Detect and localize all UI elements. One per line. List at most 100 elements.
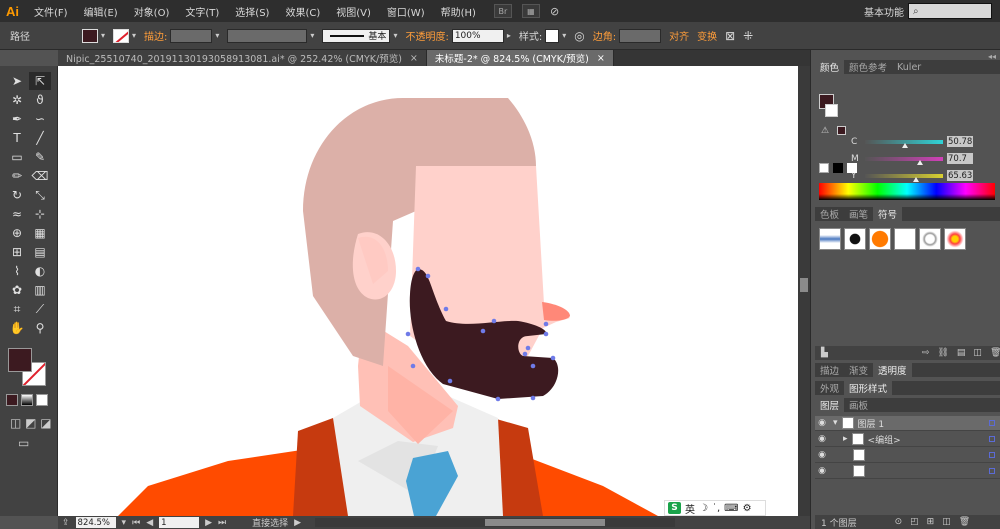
tab-kuler[interactable]: Kuler xyxy=(892,60,926,74)
stroke-swatch[interactable] xyxy=(113,28,130,43)
slider-knob[interactable] xyxy=(917,159,924,165)
expand-triangle-icon[interactable]: ▾ xyxy=(833,418,838,428)
search-input[interactable]: ⌕ xyxy=(908,3,992,19)
arrange-documents-icon[interactable]: ▦ xyxy=(521,4,540,18)
tab-symbols[interactable]: 符号 xyxy=(873,207,903,221)
close-icon[interactable]: × xyxy=(410,53,418,64)
blend-tool-icon[interactable]: ◐ xyxy=(29,262,51,280)
screen-mode-icon[interactable]: ▭ xyxy=(18,436,29,450)
align-link[interactable]: 对齐 xyxy=(669,28,689,43)
new-symbol-icon[interactable]: ◫ xyxy=(973,348,982,358)
paintbrush-tool-icon[interactable]: ✎ xyxy=(29,148,51,166)
workspace-switcher[interactable]: 基本功能 xyxy=(864,4,904,19)
new-layer-icon[interactable]: ◫ xyxy=(942,517,951,527)
corner-control[interactable]: 边角: xyxy=(593,28,662,43)
none-mode-button[interactable] xyxy=(36,394,48,406)
transform-link[interactable]: 变换 xyxy=(697,28,717,43)
chevron-down-icon[interactable]: ▾ xyxy=(122,518,127,528)
tab-graphic-styles[interactable]: 图形样式 xyxy=(844,381,893,395)
color-mode-button[interactable] xyxy=(6,394,18,406)
rectangle-tool-icon[interactable]: ▭ xyxy=(6,148,28,166)
new-sublayer-icon[interactable]: ⊞ xyxy=(927,517,935,527)
color-spectrum[interactable] xyxy=(819,183,995,200)
warp-tool-icon[interactable]: ≈ xyxy=(6,205,28,223)
menu-select[interactable]: 选择(S) xyxy=(227,4,277,19)
tab-appearance[interactable]: 外观 xyxy=(815,381,844,395)
ime-language[interactable]: 英 xyxy=(685,501,695,516)
none-swatch[interactable] xyxy=(819,163,829,173)
punctuation-icon[interactable]: ˙, xyxy=(712,503,720,514)
layer-name[interactable]: <编组> xyxy=(868,433,901,446)
cmyk-slider-c[interactable]: C 50.78 xyxy=(851,136,973,148)
menu-help[interactable]: 帮助(H) xyxy=(433,4,484,19)
gpu-performance-icon[interactable]: ⊘ xyxy=(550,5,559,18)
type-tool-icon[interactable]: T xyxy=(6,129,28,147)
brush-definition-dropdown[interactable]: 基本 xyxy=(322,28,391,43)
opacity-label[interactable]: 不透明度: xyxy=(405,28,448,43)
ime-logo[interactable]: S xyxy=(668,502,681,514)
keyboard-icon[interactable]: ⌨ xyxy=(724,503,738,514)
tab-color-guide[interactable]: 颜色参考 xyxy=(844,60,892,74)
free-transform-tool-icon[interactable]: ⊹ xyxy=(29,205,51,223)
layer-target-icon[interactable] xyxy=(989,436,995,442)
symbol-item[interactable] xyxy=(944,228,966,250)
vertical-scroll-thumb[interactable] xyxy=(800,278,808,292)
first-artboard-icon[interactable]: ⏮ xyxy=(132,518,140,528)
recolor-artwork-icon[interactable]: ◎ xyxy=(574,29,584,43)
hand-tool-icon[interactable]: ✋ xyxy=(6,319,28,337)
chevron-down-icon[interactable]: ▾ xyxy=(101,31,105,40)
slider-track[interactable] xyxy=(865,173,943,182)
tab-transparency[interactable]: 透明度 xyxy=(873,363,912,377)
graphic-style-control[interactable]: 样式: ▾ xyxy=(519,28,566,43)
tab-color[interactable]: 颜色 xyxy=(815,60,845,74)
artboard-tool-icon[interactable]: ⌗ xyxy=(6,300,28,318)
eraser-tool-icon[interactable]: ⌫ xyxy=(29,167,51,185)
cmyk-slider-y[interactable]: Y 65.63 xyxy=(851,170,973,182)
chevron-down-icon[interactable]: ▾ xyxy=(310,31,314,40)
layer-row[interactable]: ◉ ▸ <编组> xyxy=(815,432,1000,447)
mesh-tool-icon[interactable]: ⊞ xyxy=(6,243,28,261)
tab-artboards[interactable]: 画板 xyxy=(844,398,873,412)
fill-color-box[interactable] xyxy=(8,348,32,372)
menu-object[interactable]: 对象(O) xyxy=(126,4,178,19)
status-chevron-icon[interactable]: ▶ xyxy=(294,518,301,528)
slice-tool-icon[interactable]: ⟋ xyxy=(29,300,51,318)
settings-icon[interactable]: ⚙ xyxy=(743,503,752,514)
delete-icon[interactable]: 🗑 xyxy=(990,348,1000,358)
chevron-down-icon[interactable]: ▾ xyxy=(393,31,397,40)
prev-artboard-icon[interactable]: ◀ xyxy=(146,518,153,528)
visibility-eye-icon[interactable]: ◉ xyxy=(815,466,829,476)
place-symbol-icon[interactable]: ⇨ xyxy=(922,348,930,358)
delete-icon[interactable]: 🗑 xyxy=(959,517,970,527)
variable-width-dropdown[interactable] xyxy=(227,28,308,43)
menu-edit[interactable]: 编辑(E) xyxy=(76,4,126,19)
expand-triangle-icon[interactable]: ▸ xyxy=(843,434,848,444)
layer-row[interactable]: ◉ xyxy=(815,448,1000,463)
tab-stroke[interactable]: 描边 xyxy=(815,363,844,377)
symbol-options-icon[interactable]: ▤ xyxy=(957,348,966,358)
corner-label[interactable]: 边角: xyxy=(593,28,616,43)
symbol-item[interactable] xyxy=(919,228,941,250)
magic-wand-tool-icon[interactable]: ✲ xyxy=(6,91,28,109)
stroke-weight-dropdown[interactable] xyxy=(170,28,213,43)
next-artboard-icon[interactable]: ▶ xyxy=(205,518,212,528)
symbol-item[interactable] xyxy=(819,228,841,250)
stroke-label[interactable]: 描边: xyxy=(144,28,167,43)
variable-width-control[interactable]: ▾ xyxy=(227,28,314,43)
opacity-input[interactable]: 100% xyxy=(451,28,504,43)
panel-menu-icon[interactable]: ⁜ xyxy=(743,29,753,43)
stroke-style-control[interactable]: 基本 ▾ xyxy=(322,28,397,43)
break-link-icon[interactable]: ⛓ xyxy=(937,348,948,358)
graph-tool-icon[interactable]: ▥ xyxy=(29,281,51,299)
close-icon[interactable]: × xyxy=(597,53,605,64)
curvature-tool-icon[interactable]: ∽ xyxy=(29,110,51,128)
artboard-number-input[interactable]: 1 xyxy=(159,517,200,528)
direct-selection-tool-icon[interactable]: ⇱ xyxy=(29,72,51,90)
symbol-item[interactable] xyxy=(894,228,916,250)
corner-radius-input[interactable] xyxy=(619,28,662,43)
stroke-weight-control[interactable]: 描边: ▾ xyxy=(144,28,219,43)
slider-value-input[interactable]: 65.63 xyxy=(947,170,973,181)
gradient-mode-button[interactable] xyxy=(21,394,33,406)
horizontal-scroll-thumb[interactable] xyxy=(485,519,606,526)
slider-value-input[interactable]: 70.7 xyxy=(947,153,973,164)
